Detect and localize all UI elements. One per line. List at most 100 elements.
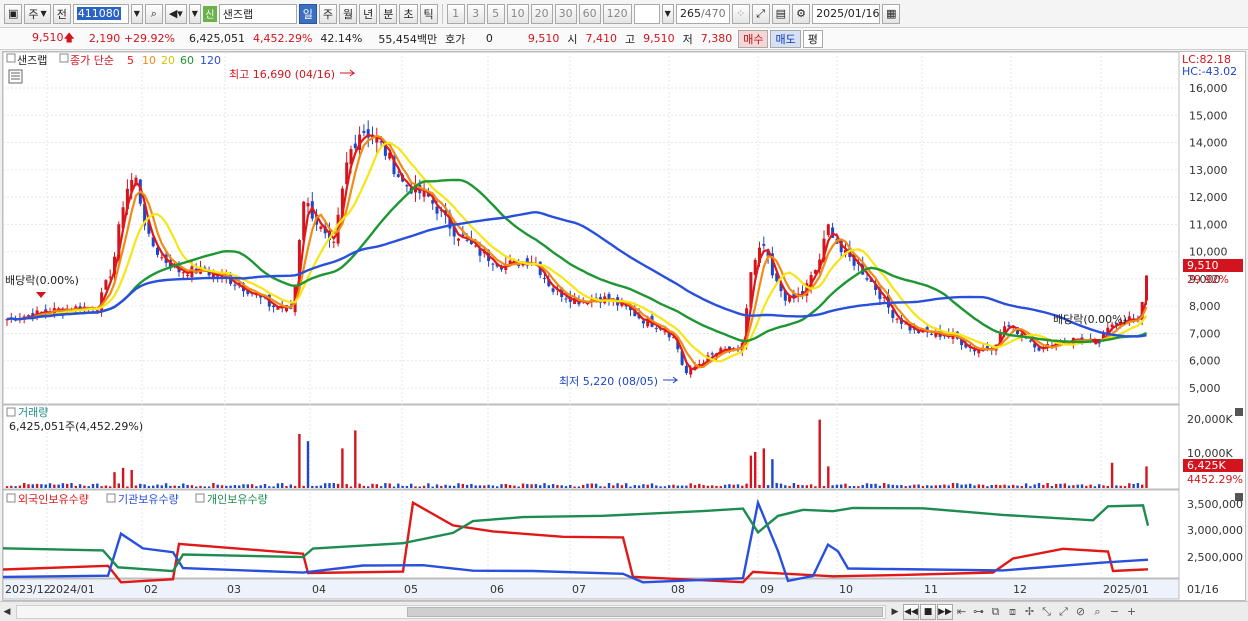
volume-bar <box>1102 485 1105 488</box>
shrink-icon[interactable]: ⤢ <box>1055 604 1072 620</box>
period-tab-year[interactable]: 년 <box>359 3 378 24</box>
interval-button-3[interactable]: 3 <box>466 3 485 24</box>
save-icon[interactable]: ▤ <box>771 3 791 24</box>
scroll-track[interactable] <box>16 604 886 619</box>
interval-button-20[interactable]: 20 <box>530 3 553 24</box>
custom-interval-dropdown-icon[interactable]: ▼ <box>661 3 674 24</box>
low-price: 7,380 <box>700 32 733 45</box>
interval-button-10[interactable]: 10 <box>506 3 529 24</box>
volume-bar <box>754 452 757 488</box>
volume-bar <box>250 484 254 488</box>
volume-bar <box>311 485 314 488</box>
volume-bar <box>207 486 211 488</box>
volume-bar <box>465 484 469 488</box>
stop-icon[interactable]: ■ <box>920 603 936 620</box>
volume-bar <box>345 484 348 488</box>
restore-icon[interactable]: ⧈ <box>1004 604 1021 620</box>
ma-toggle-icon[interactable] <box>59 53 69 63</box>
scroll-right-arrow-icon[interactable]: ▶ <box>888 604 902 620</box>
interval-button-5[interactable]: 5 <box>486 3 505 24</box>
chart-layout-icon[interactable]: ▣ <box>4 3 23 24</box>
scroll-end-icon[interactable]: ▶▶ <box>937 603 953 620</box>
volume-current-pct-tag: 4452.29% <box>1187 473 1243 486</box>
volume-bar <box>220 485 224 488</box>
volume-bar <box>934 485 937 488</box>
price-panel[interactable] <box>3 52 1180 405</box>
calendar-icon[interactable]: ▦ <box>882 3 901 24</box>
volume-bar <box>23 483 26 488</box>
volume-bar <box>1020 486 1023 488</box>
buy-button[interactable]: 매수 <box>738 29 769 48</box>
dividend-left-label: 배당락(0.00%) <box>5 274 79 287</box>
interval-button-1[interactable]: 1 <box>446 3 465 24</box>
volume-bar <box>921 486 925 488</box>
volume-bar <box>685 485 688 488</box>
period-tab-minute[interactable]: 분 <box>379 3 398 24</box>
stock-code-dropdown-icon[interactable]: ▼ <box>130 3 143 24</box>
zoom-range-icon[interactable]: ⇤ <box>953 604 970 620</box>
volume-bar <box>259 485 262 488</box>
expand-icon[interactable]: ⤡ <box>1038 604 1055 620</box>
period-tab-second[interactable]: 초 <box>399 3 418 24</box>
interval-button-120[interactable]: 120 <box>602 3 632 24</box>
period-tab-tick[interactable]: 틱 <box>419 3 438 24</box>
period-tab-month[interactable]: 월 <box>339 3 358 24</box>
scroll-start-icon[interactable]: ◀◀ <box>903 603 919 620</box>
zoom-in-icon[interactable]: + <box>1123 604 1140 620</box>
copy-icon[interactable]: ⧉ <box>987 604 1004 620</box>
panel-toggle-icon[interactable] <box>6 53 16 63</box>
zoom-out-icon[interactable]: − <box>1106 604 1123 620</box>
period-tab-day[interactable]: 일 <box>298 3 317 24</box>
custom-interval-input[interactable] <box>633 3 660 24</box>
grid-icon[interactable]: ⁘ <box>731 3 750 24</box>
volume-bar <box>926 485 929 488</box>
quote-bar: 9,510🡅 2,190 +29.92% 6,425,051 4,452.29%… <box>0 28 1248 50</box>
period-tab-week[interactable]: 주 <box>318 3 338 24</box>
holding-inst-toggle-icon[interactable] <box>106 493 116 503</box>
volume-bar <box>298 434 301 488</box>
speaker-icon[interactable]: ◀▾ <box>164 3 187 24</box>
settings-gear-icon[interactable]: ⚙ <box>792 3 811 24</box>
volume-bar <box>1115 485 1118 488</box>
evaluate-button[interactable]: 평 <box>802 29 823 48</box>
drawing-tool-icon[interactable]: ⤢ <box>751 3 770 24</box>
holding-foreign-toggle-icon[interactable] <box>6 493 16 503</box>
price-tick-label: 7,000 <box>1189 327 1221 340</box>
base-date-input[interactable]: 2025/01/16 <box>812 3 881 24</box>
zoom-search-icon[interactable]: ⌕ <box>1089 604 1106 620</box>
chart-canvas[interactable]: 샌즈랩 종가 단순 5 10 20 60 120 최고 16,690 (04/1… <box>3 52 1245 600</box>
volume-bar <box>190 485 194 488</box>
volume-panel[interactable] <box>3 404 1180 490</box>
cursor-cross-icon[interactable]: ✢ <box>1021 604 1038 620</box>
volume-bar <box>349 486 353 488</box>
chart-scrollbar[interactable]: ◀ ▶ ◀◀ ■ ▶▶ ⇤ ⊶ ⧉ ⧈ ✢ ⤡ ⤢ ⊘ ⌕ − + <box>0 601 1248 621</box>
volume-bar <box>883 483 886 488</box>
data-count-field[interactable]: 265/470 <box>675 3 730 24</box>
candle-body <box>654 327 658 329</box>
interval-button-60[interactable]: 60 <box>578 3 601 24</box>
volume-bar <box>1110 462 1114 488</box>
prev-stock-button[interactable]: 전 <box>52 3 71 24</box>
holding-indiv-toggle-icon[interactable] <box>195 493 205 503</box>
volume-bar <box>543 483 546 488</box>
scroll-thumb[interactable] <box>407 606 883 617</box>
link-icon[interactable]: ⊘ <box>1072 604 1089 620</box>
chart-type-selector[interactable]: 주 ▼ <box>24 3 51 24</box>
volume-bar <box>758 484 761 488</box>
volume-bar <box>1123 486 1127 488</box>
stock-code-input[interactable]: 411080 <box>72 3 129 24</box>
search-icon[interactable]: ⌕ <box>144 3 163 24</box>
interval-button-30[interactable]: 30 <box>554 3 577 24</box>
volume-bar <box>117 483 120 488</box>
volume-toggle-icon[interactable] <box>6 407 16 417</box>
scroll-left-arrow-icon[interactable]: ◀ <box>0 604 14 620</box>
sell-button[interactable]: 매도 <box>770 29 801 48</box>
chart-area[interactable]: 샌즈랩 종가 단순 5 10 20 60 120 최고 16,690 (04/1… <box>2 51 1246 601</box>
stock-name-field[interactable]: 샌즈랩 <box>218 3 297 24</box>
volume-bar <box>470 483 473 488</box>
volume-bar <box>844 483 847 488</box>
volume-panel-close-icon[interactable] <box>1235 408 1243 416</box>
speaker-dropdown-icon[interactable]: ▼ <box>188 3 201 24</box>
zoom-mid-icon[interactable]: ⊶ <box>970 604 987 620</box>
volume-bar <box>448 485 452 488</box>
